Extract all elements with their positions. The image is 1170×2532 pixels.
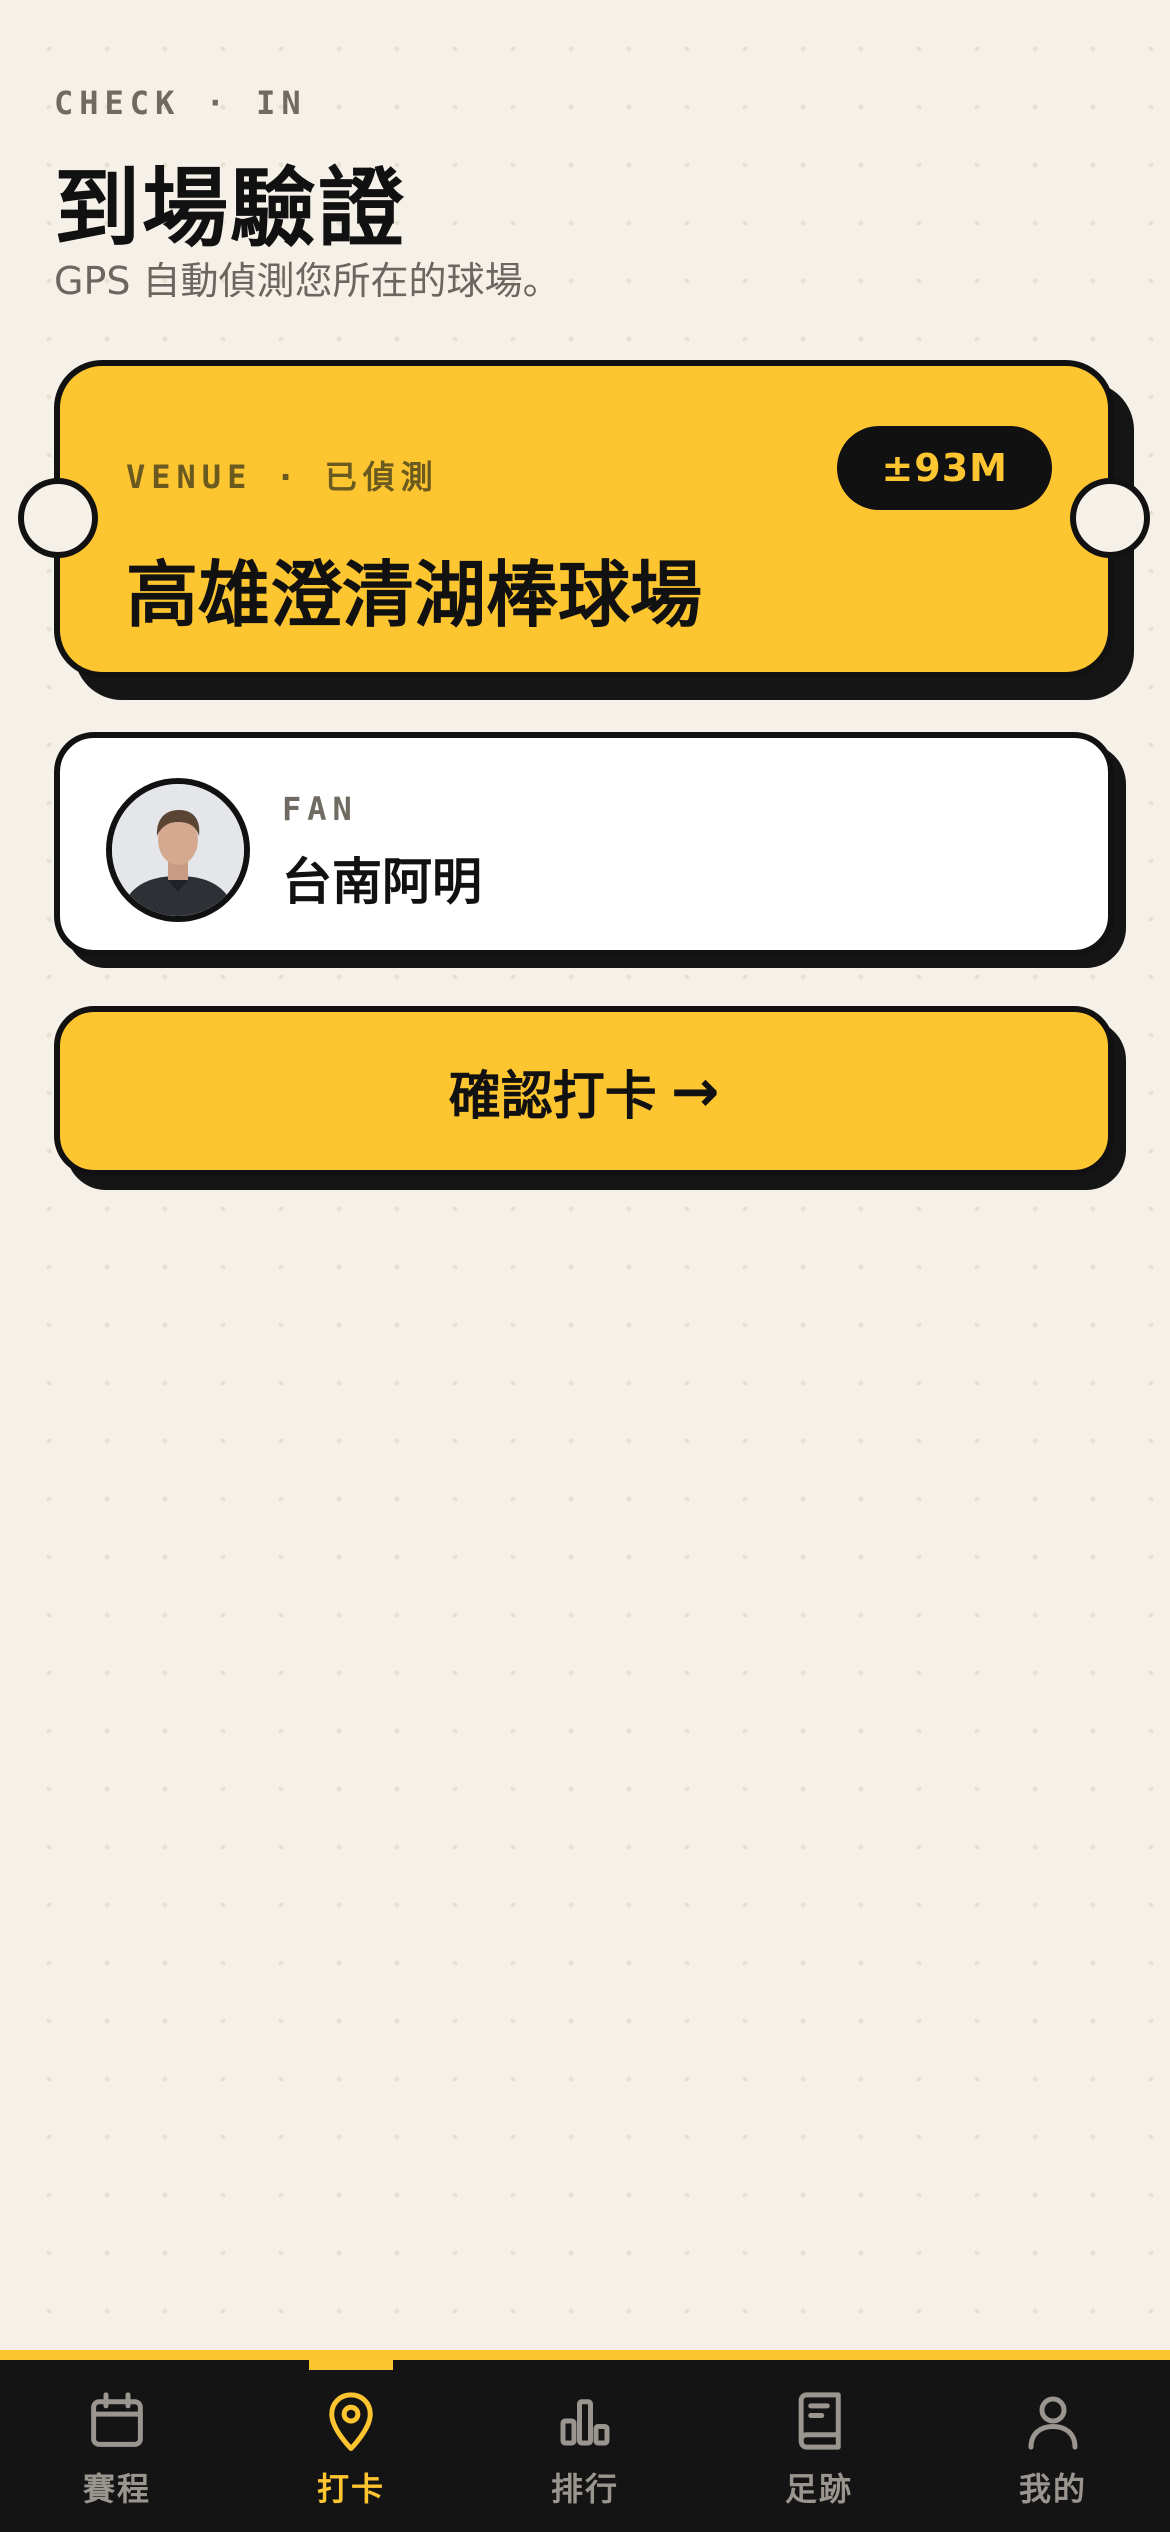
person-icon bbox=[1028, 2396, 1078, 2450]
tab-label: 足跡 bbox=[784, 2470, 853, 2508]
ticket-notch-left bbox=[18, 478, 98, 558]
calendar-icon bbox=[91, 2392, 143, 2447]
tab-label: 賽程 bbox=[82, 2470, 151, 2508]
tab-ranking[interactable]: 排行 bbox=[468, 2360, 702, 2532]
avatar bbox=[106, 778, 250, 922]
arrow-right-icon: → bbox=[670, 1057, 720, 1125]
tab-schedule[interactable]: 賽程 bbox=[0, 2360, 234, 2532]
confirm-checkin-button[interactable]: 確認打卡 → bbox=[54, 1006, 1114, 1176]
book-icon bbox=[798, 2392, 841, 2450]
active-tab-indicator bbox=[309, 2358, 393, 2370]
fan-role-label: FAN bbox=[282, 790, 358, 828]
page-title: 到場驗證 bbox=[54, 159, 406, 259]
venue-label: VENUE · 已偵測 bbox=[126, 452, 439, 498]
venue-label-text: VENUE bbox=[126, 458, 253, 496]
gps-accuracy-badge: ±93M bbox=[837, 426, 1052, 510]
fan-card: FAN 台南阿明 bbox=[54, 732, 1114, 956]
bottom-tab-bar: 賽程 打卡 排行 足跡 我的 bbox=[0, 2350, 1170, 2532]
venue-card: VENUE · 已偵測 ±93M 高雄澄清湖棒球場 bbox=[54, 360, 1114, 678]
ticket-notch-right bbox=[1070, 478, 1150, 558]
location-pin-icon bbox=[329, 2392, 373, 2451]
avatar-photo bbox=[112, 784, 244, 916]
tab-label: 我的 bbox=[1018, 2470, 1087, 2508]
tab-footprint[interactable]: 足跡 bbox=[702, 2360, 936, 2532]
venue-name: 高雄澄清湖棒球場 bbox=[126, 553, 703, 637]
tab-profile[interactable]: 我的 bbox=[936, 2360, 1170, 2532]
page-subtitle: GPS 自動偵測您所在的球場。 bbox=[54, 259, 561, 303]
venue-label-separator: · bbox=[279, 458, 298, 496]
eyebrow-label: CHECK · IN bbox=[54, 84, 307, 122]
tab-checkin[interactable]: 打卡 bbox=[234, 2360, 468, 2532]
tab-label: 打卡 bbox=[316, 2470, 385, 2508]
bar-chart-icon bbox=[560, 2399, 610, 2446]
confirm-button-label: 確認打卡 bbox=[448, 1066, 657, 1127]
tab-label: 排行 bbox=[550, 2470, 619, 2508]
venue-detect-status: 已偵測 bbox=[324, 458, 439, 496]
fan-name: 台南阿明 bbox=[282, 853, 482, 911]
